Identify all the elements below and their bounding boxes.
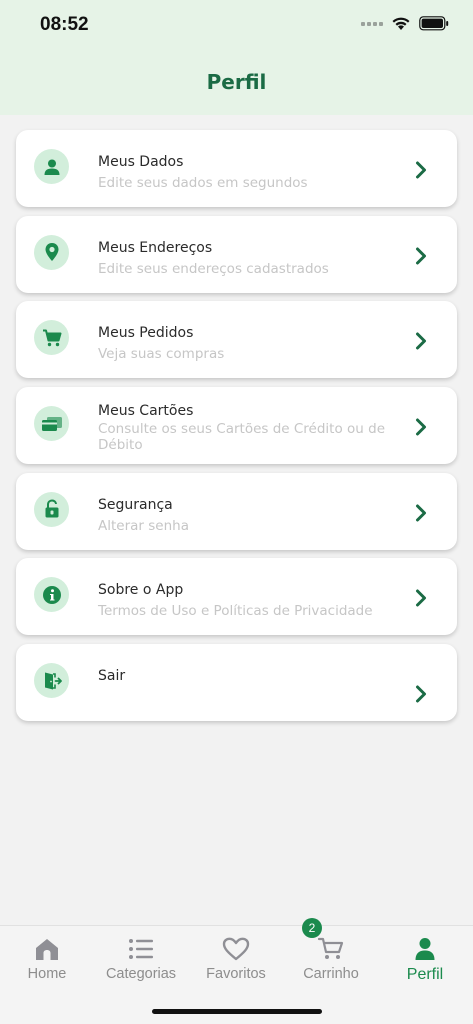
chevron-right-icon: [416, 161, 426, 179]
cart-icon: [317, 937, 344, 959]
menu-item-title: Meus Dados: [98, 154, 184, 170]
menu-item-subtitle: Termos de Uso e Políticas de Privacidade: [98, 603, 373, 620]
signal-icon: [361, 21, 383, 26]
tab-perfil[interactable]: Perfil: [378, 926, 472, 984]
chevron-right-icon: [416, 685, 426, 703]
wifi-icon: [392, 17, 410, 30]
menu-item-sobre-o-app[interactable]: Sobre o App Termos de Uso e Políticas de…: [16, 558, 457, 636]
profile-menu: Meus Dados Edite seus dados em segundos …: [16, 130, 457, 730]
tab-label: Perfil: [406, 966, 444, 983]
menu-item-title: Meus Cartões: [98, 403, 194, 420]
home-indicator[interactable]: [152, 1009, 322, 1014]
icon-circle: [34, 577, 69, 613]
menu-item-subtitle: Alterar senha: [98, 517, 189, 534]
menu-item-subtitle: Edite seus dados em segundos: [98, 175, 308, 191]
unlock-icon: [45, 499, 58, 518]
menu-item-title: Meus Pedidos: [98, 325, 194, 342]
menu-item-meus-cartoes[interactable]: Meus Cartões Consulte os seus Cartões de…: [16, 387, 457, 465]
tab-label: Favoritos: [206, 966, 266, 982]
tab-label: Carrinho: [303, 966, 359, 982]
chevron-right-icon: [416, 332, 426, 350]
status-time: 08:52: [40, 14, 89, 35]
user-icon: [44, 159, 59, 175]
icon-circle: [34, 234, 69, 270]
icon-circle: [34, 406, 69, 442]
list-icon: [129, 939, 153, 959]
chevron-right-icon: [416, 504, 426, 522]
tab-categorias[interactable]: Categorias: [94, 926, 188, 982]
menu-item-meus-enderecos[interactable]: Meus Endereços Edite seus endereços cada…: [16, 215, 457, 293]
icon-circle: [34, 149, 69, 184]
home-icon: [36, 939, 58, 960]
menu-item-subtitle: Veja suas compras: [98, 346, 225, 363]
menu-item-title: Sair: [98, 668, 126, 685]
chevron-right-icon: [416, 589, 426, 607]
menu-item-title: Meus Endereços: [98, 239, 213, 256]
cart-badge: 2: [302, 918, 322, 938]
credit-card-icon: [41, 416, 62, 431]
icon-circle: [34, 663, 69, 699]
menu-item-title: Sobre o App: [98, 582, 184, 599]
menu-item-title: Segurança: [98, 496, 173, 513]
heart-icon: [222, 937, 250, 961]
location-pin-icon: [45, 243, 58, 262]
page-title: Perfil: [206, 70, 267, 94]
tab-carrinho[interactable]: Carrinho: [284, 926, 378, 982]
logout-door-icon: [44, 672, 62, 690]
info-icon: [42, 585, 61, 604]
menu-item-subtitle: Consulte os seus Cartões de Crédito ou d…: [98, 421, 386, 454]
menu-item-meus-dados[interactable]: Meus Dados Edite seus dados em segundos: [16, 130, 457, 207]
menu-item-sair[interactable]: Sair: [16, 644, 457, 722]
tab-label: Categorias: [105, 966, 177, 982]
icon-circle: [34, 320, 69, 356]
icon-circle: [34, 491, 69, 527]
battery-icon: [419, 16, 449, 31]
tab-favoritos[interactable]: Favoritos: [189, 926, 283, 982]
tab-label: Home: [27, 966, 67, 982]
tab-home[interactable]: Home: [0, 926, 94, 982]
header: 08:52 Perfil: [0, 0, 473, 115]
cart-icon: [42, 329, 61, 347]
menu-item-meus-pedidos[interactable]: Meus Pedidos Veja suas compras: [16, 301, 457, 379]
menu-item-subtitle: Edite seus endereços cadastrados: [98, 260, 329, 277]
menu-item-seguranca[interactable]: Segurança Alterar senha: [16, 472, 457, 550]
chevron-right-icon: [416, 247, 426, 265]
chevron-right-icon: [416, 418, 426, 436]
status-icons: [361, 16, 449, 31]
user-icon: [415, 938, 435, 960]
